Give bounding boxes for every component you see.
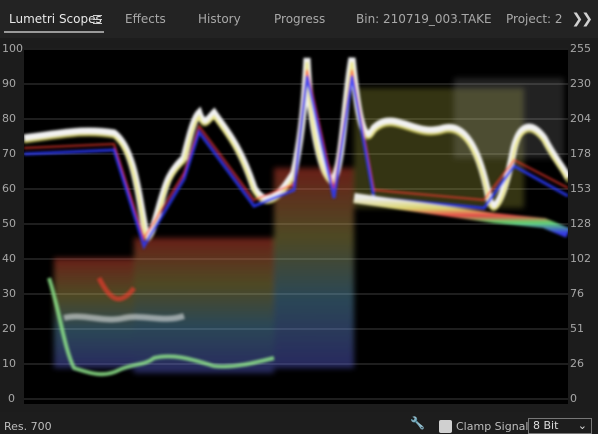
tab-lumetri-scopes[interactable]: Lumetri Scopes — [9, 12, 102, 32]
axis-label-right: 255 — [570, 42, 591, 55]
tab-project[interactable]: Project: 2 — [506, 12, 563, 32]
bit-depth-value: 8 Bit — [533, 419, 559, 432]
hamburger-menu-icon[interactable] — [93, 15, 102, 24]
axis-label-right: 204 — [570, 112, 591, 125]
tab-effects[interactable]: Effects — [125, 12, 166, 32]
axis-label-left: 30 — [2, 287, 16, 300]
axis-label-left: 50 — [2, 217, 16, 230]
axis-label-right: 178 — [570, 147, 591, 160]
axis-label-left: 90 — [2, 77, 16, 90]
clamp-signal-checkbox[interactable] — [439, 420, 452, 433]
active-tab-indicator — [4, 31, 104, 33]
axis-label-left: 60 — [2, 182, 16, 195]
tab-history[interactable]: History — [198, 12, 241, 32]
clamp-signal-label: Clamp Signal — [456, 420, 529, 433]
axis-label-right: 230 — [570, 77, 591, 90]
axis-label-left: 70 — [2, 147, 16, 160]
resolution-label: Res. 700 — [4, 420, 52, 433]
tab-bin[interactable]: Bin: 210719_003.TAKE — [356, 12, 492, 32]
scope-footer: Res. 700 🔧 Clamp Signal 8 Bit ⌄ — [0, 414, 598, 434]
waveform-display[interactable] — [24, 48, 568, 404]
axis-label-right: 102 — [570, 252, 591, 265]
axis-label-left: 40 — [2, 252, 16, 265]
axis-label-right: 128 — [570, 217, 591, 230]
axis-label-left: 100 — [2, 42, 23, 55]
chevron-down-icon: ⌄ — [577, 419, 587, 432]
axis-label-right: 26 — [570, 357, 584, 370]
double-chevron-right-icon[interactable]: ❯❯ — [572, 11, 594, 27]
axis-label-right: 0 — [570, 392, 577, 405]
axis-label-right: 51 — [570, 322, 584, 335]
axis-label-left: 10 — [2, 357, 16, 370]
bit-depth-select[interactable]: 8 Bit ⌄ — [528, 418, 592, 434]
axis-label-left: 80 — [2, 112, 16, 125]
axis-label-right: 76 — [570, 287, 584, 300]
panel-tab-bar: Lumetri Scopes Effects History Progress … — [0, 0, 598, 38]
axis-label-left: 20 — [2, 322, 16, 335]
tab-progress[interactable]: Progress — [274, 12, 325, 32]
axis-label-right: 153 — [570, 182, 591, 195]
